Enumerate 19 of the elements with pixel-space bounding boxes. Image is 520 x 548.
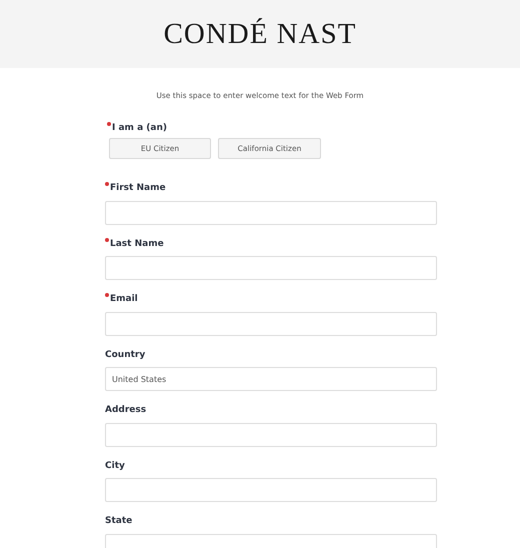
field-label: Email — [110, 293, 138, 305]
field-label: First Name — [110, 182, 166, 194]
required-icon — [105, 182, 109, 186]
input-field[interactable] — [105, 478, 437, 502]
input-field[interactable]: United States — [105, 367, 437, 391]
required-icon — [105, 238, 109, 242]
logo: CONDÉ NAST — [164, 17, 356, 52]
field-label: I am a (an) — [112, 122, 167, 134]
field-label: Last Name — [110, 238, 164, 250]
field-label: City — [105, 460, 125, 472]
input-field[interactable] — [105, 256, 437, 280]
input-field[interactable] — [105, 312, 437, 336]
input-field[interactable] — [105, 422, 437, 446]
field-label: Country — [105, 348, 146, 360]
field-label: State — [105, 515, 132, 527]
required-icon — [105, 293, 109, 297]
required-icon — [107, 122, 111, 126]
input-field[interactable] — [105, 200, 437, 224]
field-label: Address — [105, 404, 146, 416]
